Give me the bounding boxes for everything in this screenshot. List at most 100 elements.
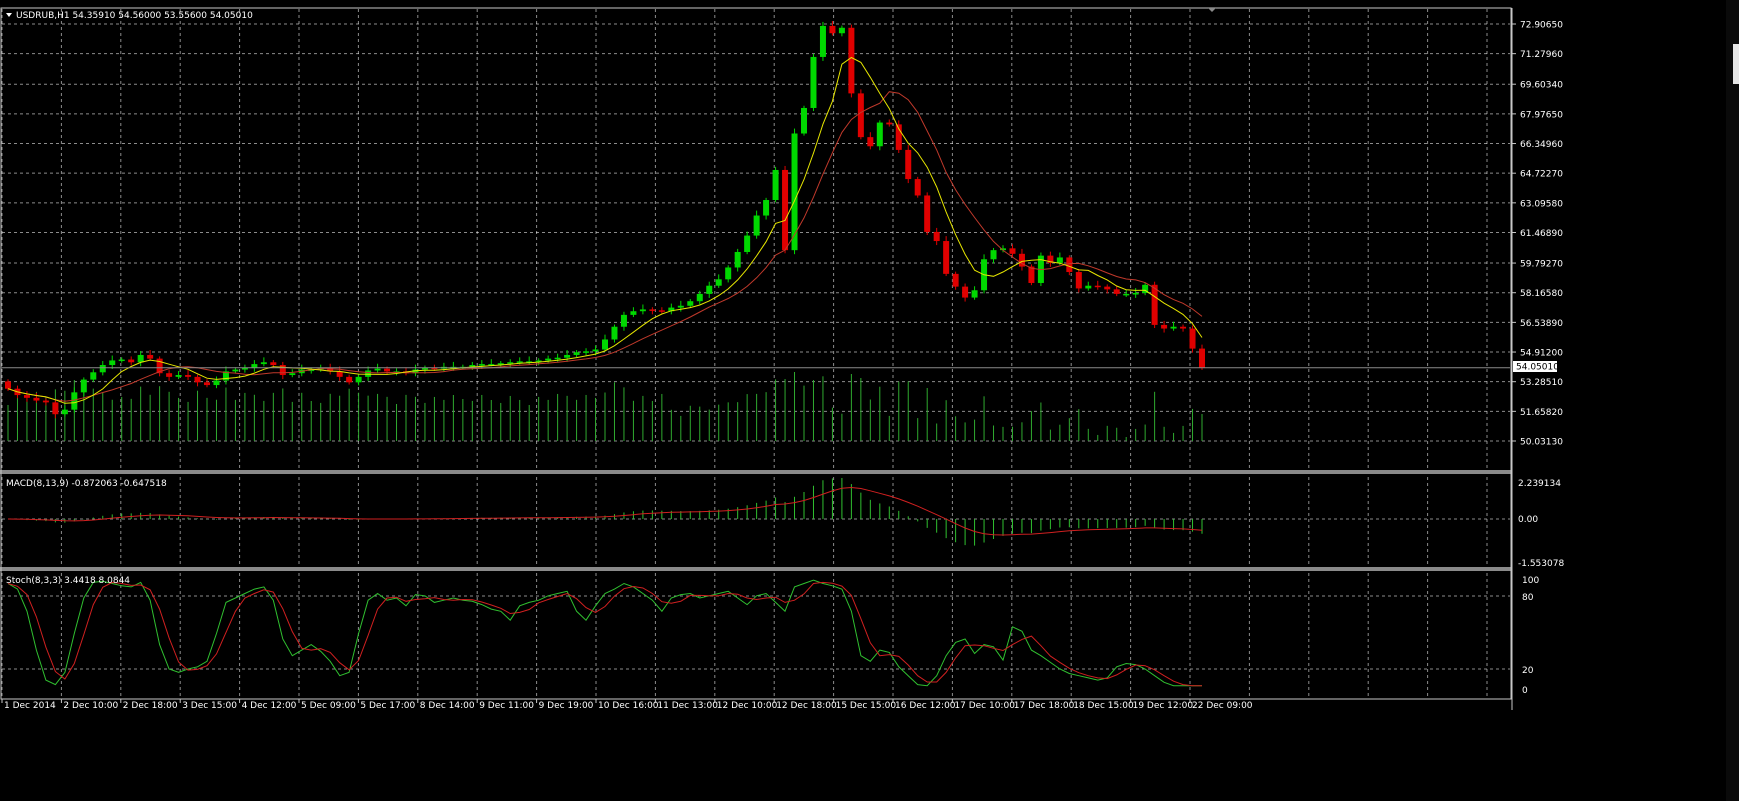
bull-candle[interactable] [554, 357, 561, 360]
bull-candle[interactable] [232, 369, 239, 372]
bear-candle[interactable] [346, 376, 353, 383]
bear-candle[interactable] [1075, 272, 1082, 289]
bear-candle[interactable] [279, 365, 286, 376]
bull-candle[interactable] [744, 235, 751, 252]
bear-candle[interactable] [42, 400, 49, 403]
trading-chart[interactable]: USDRUB,H1 54.35910 54.56000 53.55600 54.… [0, 0, 1739, 801]
bear-candle[interactable] [147, 354, 154, 359]
bear-candle[interactable] [185, 375, 192, 377]
bull-candle[interactable] [696, 293, 703, 302]
bull-candle[interactable] [763, 200, 770, 216]
bull-candle[interactable] [819, 25, 826, 57]
bull-candle[interactable] [772, 169, 779, 201]
bull-candle[interactable] [990, 250, 997, 260]
main-panel-header[interactable]: USDRUB,H1 54.35910 54.56000 53.55600 54.… [6, 11, 253, 21]
bull-candle[interactable] [545, 358, 552, 361]
bull-candle[interactable] [175, 375, 182, 377]
bear-candle[interactable] [194, 376, 201, 383]
bull-candle[interactable] [1123, 293, 1130, 296]
bull-candle[interactable] [260, 362, 267, 365]
bear-candle[interactable] [270, 362, 277, 366]
bear-candle[interactable] [867, 137, 874, 147]
bear-candle[interactable] [1113, 289, 1120, 294]
bull-candle[interactable] [734, 251, 741, 268]
bull-candle[interactable] [355, 376, 362, 383]
bear-candle[interactable] [649, 309, 656, 311]
bull-candle[interactable] [137, 354, 144, 363]
bear-candle[interactable] [204, 382, 210, 386]
bull-candle[interactable] [583, 351, 590, 353]
bull-candle[interactable] [1132, 293, 1139, 295]
macd-stoch-separator[interactable] [0, 567, 1512, 571]
bear-candle[interactable] [1104, 286, 1111, 290]
bull-candle[interactable] [80, 379, 87, 393]
bear-candle[interactable] [1199, 348, 1205, 368]
bull-candle[interactable] [516, 361, 523, 363]
bull-candle[interactable] [838, 27, 845, 34]
bear-candle[interactable] [1189, 328, 1196, 349]
bull-candle[interactable] [611, 326, 618, 340]
bull-candle[interactable] [810, 56, 817, 108]
scroll-handle[interactable] [1733, 44, 1739, 84]
bull-candle[interactable] [706, 285, 713, 294]
bear-candle[interactable] [905, 149, 912, 180]
bear-candle[interactable] [5, 381, 11, 389]
bear-candle[interactable] [933, 231, 940, 242]
bull-candle[interactable] [365, 370, 372, 377]
bull-candle[interactable] [715, 279, 722, 286]
bull-candle[interactable] [478, 364, 485, 366]
bull-candle[interactable] [564, 354, 571, 358]
bear-candle[interactable] [1180, 326, 1187, 329]
bull-candle[interactable] [687, 301, 694, 306]
bull-candle[interactable] [374, 368, 381, 371]
bear-candle[interactable] [1161, 324, 1168, 329]
bear-candle[interactable] [384, 368, 391, 372]
bear-candle[interactable] [52, 402, 59, 415]
bull-candle[interactable] [791, 133, 798, 251]
bear-candle[interactable] [848, 27, 855, 94]
bull-candle[interactable] [213, 380, 220, 386]
bear-candle[interactable] [952, 273, 959, 287]
bear-candle[interactable] [128, 359, 135, 363]
bear-candle[interactable] [914, 179, 921, 196]
bear-candle[interactable] [782, 169, 789, 251]
bear-candle[interactable] [962, 286, 969, 298]
bear-candle[interactable] [1066, 257, 1073, 273]
bear-candle[interactable] [23, 395, 30, 398]
bull-candle[interactable] [876, 122, 883, 147]
main-macd-separator[interactable] [0, 470, 1512, 474]
bull-candle[interactable] [630, 311, 637, 315]
bull-candle[interactable] [61, 409, 68, 415]
bull-candle[interactable] [71, 392, 78, 410]
bull-candle[interactable] [677, 305, 684, 308]
bull-candle[interactable] [602, 339, 608, 350]
bull-candle[interactable] [251, 364, 258, 368]
bull-candle[interactable] [573, 352, 580, 355]
bear-candle[interactable] [33, 397, 40, 401]
bear-candle[interactable] [1151, 284, 1158, 325]
bear-candle[interactable] [1028, 266, 1035, 283]
bear-candle[interactable] [924, 195, 931, 232]
bull-candle[interactable] [1056, 257, 1063, 263]
bull-candle[interactable] [592, 349, 599, 352]
bull-candle[interactable] [109, 360, 116, 366]
bull-candle[interactable] [289, 373, 296, 376]
bull-candle[interactable] [725, 267, 732, 280]
bull-candle[interactable] [753, 215, 760, 236]
bear-candle[interactable] [1009, 248, 1016, 254]
bear-candle[interactable] [886, 122, 893, 125]
bull-candle[interactable] [99, 365, 106, 373]
bull-candle[interactable] [90, 372, 97, 380]
bear-candle[interactable] [1094, 285, 1101, 288]
bull-candle[interactable] [1085, 285, 1092, 289]
bull-candle[interactable] [801, 107, 807, 134]
bull-candle[interactable] [118, 359, 125, 362]
bear-candle[interactable] [829, 25, 836, 34]
bear-candle[interactable] [943, 241, 950, 274]
bull-candle[interactable] [620, 314, 627, 327]
bear-candle[interactable] [166, 373, 173, 377]
bull-candle[interactable] [639, 309, 646, 312]
bull-candle[interactable] [1170, 326, 1177, 329]
bull-candle[interactable] [971, 290, 978, 298]
bear-candle[interactable] [857, 93, 864, 138]
